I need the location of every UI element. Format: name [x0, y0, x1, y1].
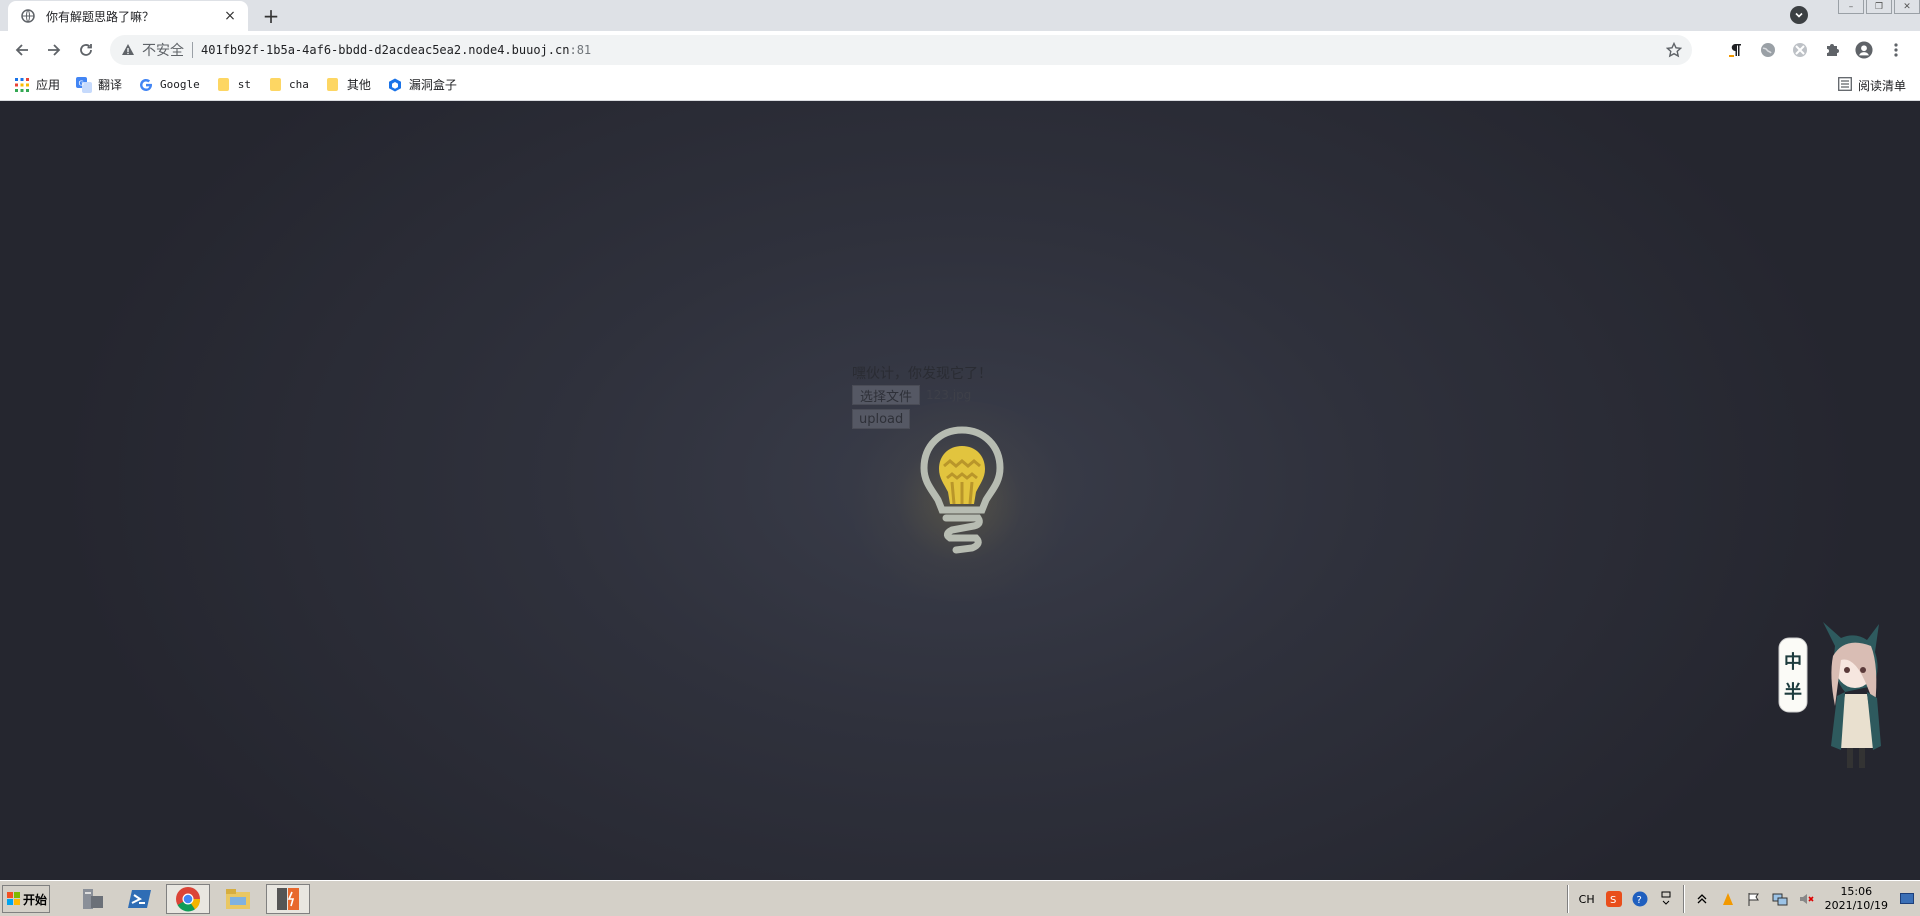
svg-text:?: ?	[1636, 895, 1641, 906]
sogou-input-icon[interactable]: S	[1605, 890, 1623, 908]
bookmark-star-icon[interactable]	[1666, 42, 1682, 58]
address-separator	[192, 42, 193, 58]
svg-text:G: G	[79, 79, 84, 87]
url-port[interactable]: :81	[569, 43, 591, 57]
action-center-flag-icon[interactable]	[1745, 890, 1763, 908]
forward-button[interactable]	[38, 34, 70, 66]
server-manager-icon	[83, 889, 103, 909]
app-tray-icon[interactable]	[1719, 890, 1737, 908]
volume-muted-icon[interactable]	[1797, 890, 1815, 908]
warning-icon[interactable]	[120, 42, 136, 58]
reload-icon	[80, 44, 92, 56]
taskbar-chrome[interactable]	[166, 884, 210, 914]
burp-suite-icon	[277, 888, 299, 910]
file-input[interactable]: 选择文件 123.jpg	[852, 385, 971, 405]
bookmark-label: 其他	[346, 78, 371, 92]
extensions-puzzle-icon[interactable]	[1823, 41, 1841, 59]
taskbar-burp[interactable]	[266, 884, 310, 914]
clock-date: 2021/10/19	[1824, 899, 1888, 912]
bookmark-folder-st[interactable]: st	[216, 73, 251, 97]
profile-avatar-icon[interactable]	[1855, 41, 1873, 59]
selected-file-name: 123.jpg	[926, 388, 972, 402]
apps-grid-icon	[14, 77, 30, 93]
start-button[interactable]: 开始	[2, 885, 50, 913]
svg-text:S: S	[1610, 895, 1616, 906]
clock-time: 15:06	[1840, 885, 1873, 898]
close-window-button[interactable]: ✕	[1894, 0, 1920, 14]
mascot-sign-char: 中	[1784, 651, 1802, 673]
reading-list-icon	[1838, 76, 1852, 94]
vulbox-icon	[387, 77, 403, 93]
browser-toolbar: 不安全 401fb92f-1b5a-4af6-bbdd-d2acdeac5ea2…	[0, 31, 1920, 69]
tab-close-icon[interactable]: ×	[222, 8, 238, 24]
taskbar-server-manager[interactable]	[70, 884, 114, 914]
folder-icon	[325, 77, 341, 93]
google-icon	[138, 77, 154, 93]
translate-icon: G	[76, 76, 93, 93]
security-status[interactable]: 不安全	[142, 40, 184, 60]
folder-icon	[267, 77, 283, 93]
window-controls: – ❐ ✕	[1836, 0, 1920, 14]
taskbar-explorer[interactable]	[216, 884, 260, 914]
taskbar-powershell[interactable]	[118, 884, 162, 914]
bookmark-apps[interactable]: 应用	[14, 73, 60, 97]
back-button[interactable]	[6, 34, 38, 66]
network-icon[interactable]	[1771, 890, 1789, 908]
tab-title: 你有解题思路了嘛？	[46, 9, 155, 24]
blocked-extension-icon[interactable]	[1791, 41, 1809, 59]
tab-search-icon[interactable]	[1790, 6, 1808, 24]
show-desktop-icon[interactable]	[1898, 890, 1916, 908]
reading-list-label: 阅读清单	[1857, 78, 1906, 93]
url-host[interactable]: 401fb92f-1b5a-4af6-bbdd-d2acdeac5ea2.nod…	[201, 43, 569, 57]
tab-strip: 你有解题思路了嘛？ × + – ❐ ✕	[0, 0, 1920, 31]
pilcrow-extension-icon[interactable]	[1727, 41, 1745, 59]
reading-list-button[interactable]: 阅读清单	[1838, 73, 1906, 97]
windows-flag-icon	[7, 892, 20, 905]
chrome-icon	[176, 887, 201, 912]
globe-icon	[20, 8, 36, 24]
bookmark-label: 翻译	[98, 78, 123, 92]
reload-button[interactable]	[70, 34, 102, 66]
back-arrow-icon	[15, 44, 28, 56]
minimize-button[interactable]: –	[1838, 0, 1864, 14]
forward-arrow-icon	[48, 44, 61, 56]
bookmark-label: cha	[289, 78, 309, 91]
address-bar[interactable]: 不安全 401fb92f-1b5a-4af6-bbdd-d2acdeac5ea2…	[110, 35, 1692, 65]
tab-active[interactable]: 你有解题思路了嘛？ ×	[8, 1, 248, 31]
page-viewport: 嘿伙计，你发现它了！ 选择文件 123.jpg upload 中 半	[0, 101, 1920, 880]
windows-taskbar: 开始 CH S ? 15:06 2021/10/19	[0, 880, 1920, 916]
bookmark-folder-cha[interactable]: cha	[267, 73, 309, 97]
hint-text: 嘿伙计，你发现它了！	[852, 366, 992, 382]
show-hidden-icons[interactable]	[1693, 890, 1711, 908]
bookmarks-bar: 应用 G 翻译 Google st cha 其他 漏洞盒子 阅读清单	[0, 69, 1920, 101]
file-explorer-icon	[226, 889, 250, 909]
input-settings-icon[interactable]	[1657, 890, 1675, 908]
bookmark-label: Google	[160, 78, 200, 91]
mascot-sign-char: 半	[1784, 681, 1802, 703]
bookmark-translate[interactable]: G 翻译	[76, 73, 122, 97]
bookmark-label: 漏洞盒子	[408, 78, 457, 92]
start-label: 开始	[23, 892, 48, 907]
anime-mascot-image: 中 半	[1778, 622, 1881, 768]
new-tab-button[interactable]: +	[260, 4, 282, 28]
upload-button[interactable]: upload	[852, 409, 911, 429]
bookmark-google[interactable]: Google	[138, 73, 200, 97]
system-clock[interactable]: 15:06 2021/10/19	[1825, 885, 1888, 913]
bookmark-vulbox[interactable]: 漏洞盒子	[387, 73, 457, 97]
menu-kebab-icon[interactable]	[1887, 41, 1905, 59]
system-tray: CH S ? 15:06 2021/10/19	[1563, 883, 1920, 915]
folder-icon	[216, 77, 232, 93]
bookmark-folder-other[interactable]: 其他	[325, 73, 371, 97]
globe-extension-icon[interactable]	[1759, 41, 1777, 59]
ime-indicator[interactable]: CH	[1579, 893, 1595, 906]
help-icon[interactable]: ?	[1631, 890, 1649, 908]
bookmark-label: st	[237, 78, 252, 91]
choose-file-button[interactable]: 选择文件	[852, 385, 921, 405]
powershell-icon	[128, 890, 151, 908]
bookmark-label: 应用	[36, 78, 61, 92]
restore-button[interactable]: ❐	[1866, 0, 1892, 14]
lightbulb-icon	[920, 426, 1004, 554]
